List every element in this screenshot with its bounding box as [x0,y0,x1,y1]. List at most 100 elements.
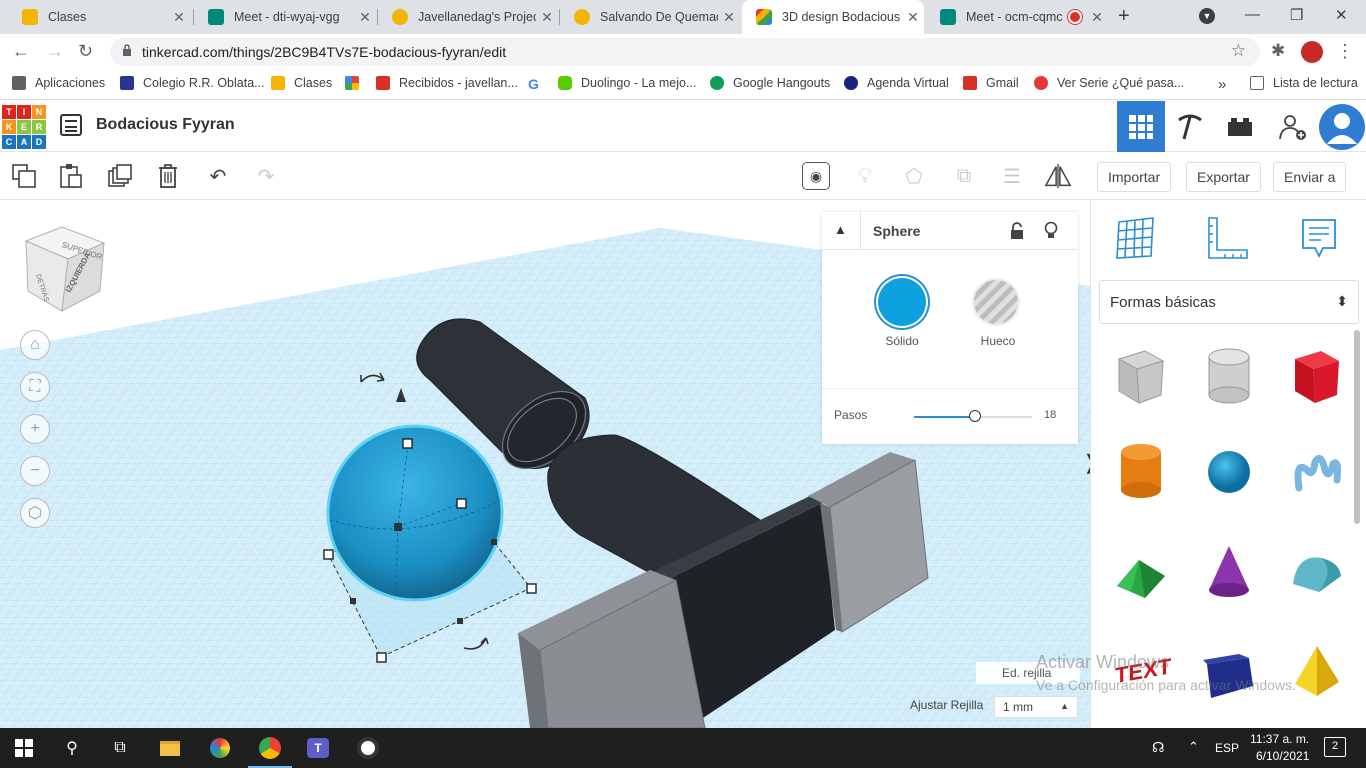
user-avatar[interactable] [1318,101,1366,152]
file-explorer-button[interactable] [158,736,182,760]
bookmark-photos[interactable] [345,76,368,90]
close-icon[interactable]: ✕ [718,9,740,26]
paint-app-button[interactable] [208,736,232,760]
star-icon[interactable]: ☆ [1231,41,1246,61]
obs-button[interactable] [356,736,380,760]
close-icon[interactable]: ✕ [1086,9,1108,26]
url-input[interactable]: tinkercad.com/things/2BC9B4TVs7E-bodacio… [110,38,1260,66]
light-button[interactable]: 💡︎ [851,162,879,190]
bookmark-apps[interactable]: Aplicaciones [12,76,105,90]
solid-color-swatch[interactable] [878,278,926,326]
language-indicator[interactable]: ESP [1215,741,1239,755]
mirror-button[interactable] [1044,162,1072,190]
workplane-icon[interactable] [1111,214,1159,262]
tab-meet-1[interactable]: Meet - dti-wyaj-vgg ✕ [194,0,376,34]
design-title[interactable]: Bodacious Fyyran [96,116,235,134]
bookmark-colegio[interactable]: Colegio R.R. Oblata... [120,76,265,90]
hole-swatch[interactable] [974,280,1018,324]
forward-arrow-icon[interactable]: → [46,41,64,62]
bookmark-agenda[interactable]: Agenda Virtual [844,76,949,90]
fit-view-button[interactable]: ⛶ [20,372,50,402]
redo-button[interactable]: ↷ [252,162,280,190]
bricks-button[interactable] [1216,101,1264,152]
view-cube[interactable]: SUPERIOR DETRÁS IZQUIERDA [22,225,106,316]
tray-expand-icon[interactable]: ⌃ [1188,739,1199,755]
tab-search-button[interactable]: ▼ [1199,8,1215,24]
tab-salvando[interactable]: Salvando De Quemadu ✕ [560,0,740,34]
notes-bubble-icon[interactable] [1295,214,1343,262]
tinkercad-logo[interactable]: T I N K E R C A D [2,105,46,149]
snap-grid-select[interactable]: 1 mm ▲ [994,696,1078,718]
ungroup-button[interactable]: ⧉ [950,162,978,190]
task-view-button[interactable]: ⧉ [108,736,132,760]
maximize-button[interactable]: ❐ [1290,6,1303,24]
back-arrow-icon[interactable]: ← [12,41,30,62]
group-button[interactable]: ⬠ [900,162,928,190]
scribble-shape[interactable] [1287,440,1347,502]
bookmark-clases[interactable]: Clases [271,76,332,90]
zoom-in-button[interactable]: + [20,414,50,444]
3d-view-button[interactable] [1117,101,1165,152]
more-menu-icon[interactable]: ⋮ [1336,41,1354,62]
round-roof-shape[interactable] [1287,540,1347,602]
add-user-button[interactable] [1268,101,1316,152]
zoom-out-button[interactable]: − [20,456,50,486]
bookmark-google[interactable]: G [528,76,539,92]
bookmark-ver-serie[interactable]: Ver Serie ¿Qué pasa... [1034,76,1184,90]
close-icon[interactable]: ✕ [536,9,558,26]
duplicate-button[interactable] [106,162,134,190]
copy-button[interactable] [10,162,38,190]
lightbulb-icon[interactable] [1044,221,1058,241]
tab-3d-design[interactable]: 3D design Bodacious F ✕ [742,0,924,34]
pyramid-shape[interactable] [1287,640,1347,702]
profile-avatar[interactable] [1301,41,1323,63]
send-to-button[interactable]: Enviar a [1273,162,1347,192]
teams-button[interactable]: T [306,736,330,760]
extensions-icon[interactable]: ✱ [1271,41,1285,61]
minimize-button[interactable]: — [1245,6,1260,23]
ruler-icon[interactable] [1201,214,1249,262]
tab-projects[interactable]: Javellanedag's Projects ✕ [378,0,558,34]
roof-shape[interactable] [1111,540,1171,602]
box-hole-shape[interactable] [1111,345,1171,407]
people-tray-icon[interactable]: ☊ [1152,739,1164,756]
close-icon[interactable]: ✕ [168,9,190,26]
import-button[interactable]: Importar [1097,162,1172,192]
lock-icon[interactable] [1010,222,1024,240]
chrome-taskbar-button[interactable] [248,736,292,768]
tab-clases[interactable]: Clases ✕ [8,0,190,34]
new-tab-button[interactable]: + [1118,5,1130,28]
bookmark-gmail[interactable]: Gmail [963,76,1019,90]
bookmark-duolingo[interactable]: Duolingo - La mejo... [558,76,696,90]
sphere-shape[interactable] [1199,440,1259,502]
clock-time[interactable]: 11:37 a. m. [1250,732,1309,746]
undo-button[interactable]: ↶ [204,162,232,190]
blocks-button[interactable] [1166,101,1214,152]
bookmark-recibidos[interactable]: Recibidos - javellan... [376,76,518,90]
reading-list-button[interactable]: Lista de lectura [1250,76,1358,90]
shape-category-select[interactable]: Formas básicas ⬍ [1099,280,1359,324]
bookmark-hangouts[interactable]: Google Hangouts [710,76,830,90]
notifications-button[interactable]: 2 [1324,737,1346,757]
cone-shape[interactable] [1199,540,1259,602]
close-icon[interactable]: ✕ [902,9,924,26]
box-shape[interactable] [1287,345,1347,407]
bookmarks-overflow-button[interactable]: » [1218,76,1226,93]
cylinder-shape[interactable] [1111,440,1171,502]
design-list-icon[interactable] [60,114,82,136]
home-view-button[interactable]: ⌂ [20,330,50,360]
clock-date[interactable]: 6/10/2021 [1256,749,1309,763]
search-button[interactable]: ⚲ [60,736,84,760]
tab-meet-2[interactable]: Meet - ocm-cqmc ✕ [926,0,1108,34]
paste-button[interactable] [57,162,85,190]
shapes-scrollbar[interactable] [1354,330,1360,524]
cylinder-hole-shape[interactable] [1199,345,1259,407]
export-button[interactable]: Exportar [1186,162,1261,192]
notes-button[interactable]: ◉ [802,162,830,190]
close-window-button[interactable]: ✕ [1335,6,1348,24]
steps-slider-knob[interactable] [969,410,981,422]
collapse-caret-icon[interactable]: ▲ [834,222,847,237]
reload-icon[interactable]: ↻ [78,41,93,62]
close-icon[interactable]: ✕ [354,9,376,26]
start-button[interactable] [12,736,36,760]
